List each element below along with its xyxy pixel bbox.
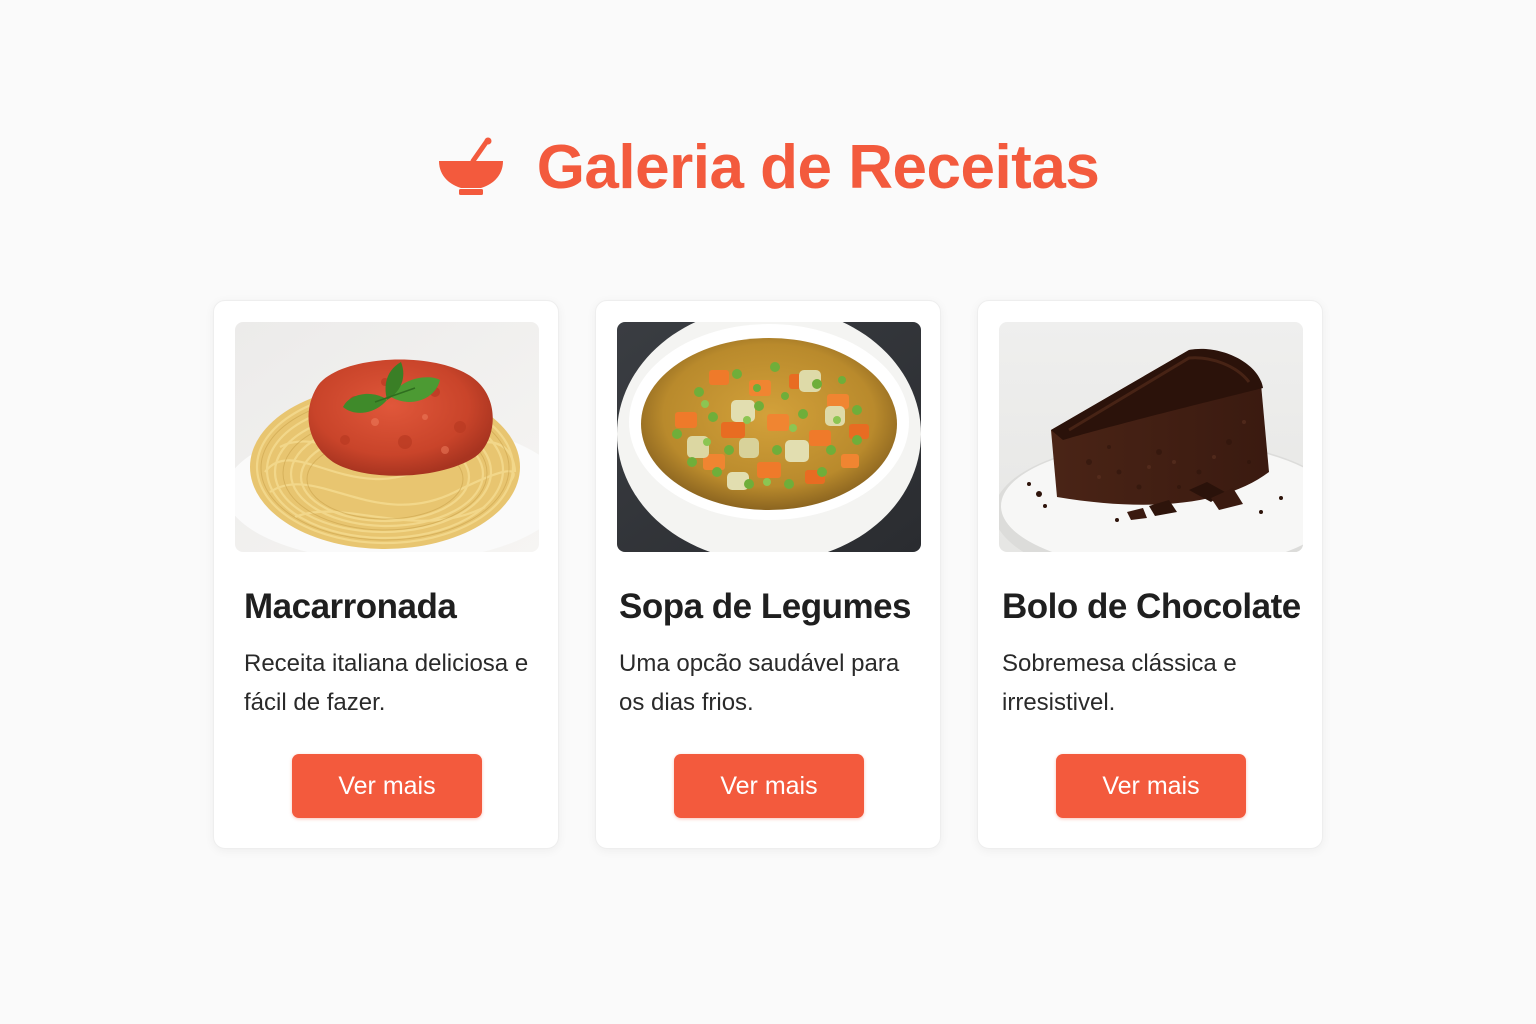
recipe-title: Sopa de Legumes (619, 587, 912, 626)
recipe-title: Bolo de Chocolate (1002, 587, 1301, 626)
recipe-description: Receita italiana deliciosa e fácil de fa… (244, 650, 529, 716)
spaghetti-image (235, 322, 539, 552)
ver-mais-button[interactable]: Ver mais (1056, 754, 1246, 818)
recipe-description: Uma opcão saudável para os dias frios. (619, 650, 900, 716)
page-title: Galeria de Receitas (536, 133, 1100, 202)
ver-mais-button[interactable]: Ver mais (674, 754, 864, 818)
bowl-icon (438, 137, 503, 195)
recipe-card: Bolo de Chocolate Sobremesa clássica e i… (977, 300, 1323, 849)
page-header: Galeria de Receitas (0, 128, 1536, 208)
vegetable-soup-image (617, 322, 921, 552)
recipe-gallery-page: Galeria de Receitas Macarronada Receita … (0, 0, 1536, 1024)
recipe-card: Macarronada Receita italiana deliciosa e… (213, 300, 559, 849)
recipe-card: Sopa de Legumes Uma opcão saudável para … (595, 300, 941, 849)
recipe-title: Macarronada (244, 587, 457, 626)
recipe-card-list: Macarronada Receita italiana deliciosa e… (213, 300, 1323, 849)
chocolate-cake-image (999, 322, 1303, 552)
recipe-description: Sobremesa clássica e irresistivel. (1002, 650, 1237, 716)
ver-mais-button[interactable]: Ver mais (292, 754, 482, 818)
